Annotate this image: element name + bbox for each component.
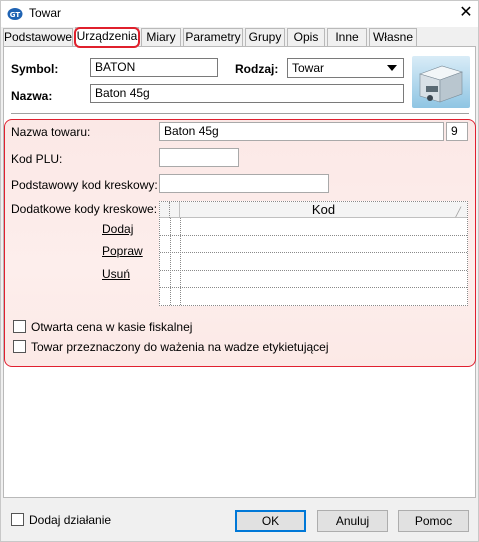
weighing-checkbox[interactable] <box>13 340 26 353</box>
table-row[interactable] <box>160 235 467 236</box>
grid-divider <box>170 218 171 305</box>
tab-parametry[interactable]: Parametry <box>183 28 243 46</box>
dodatkowe-kody-label: Dodatkowe kody kreskowe: <box>11 202 158 216</box>
window-title: Towar <box>29 6 62 20</box>
podstawowy-kod-field[interactable] <box>159 174 329 193</box>
title-bar: GT Towar ✕ <box>1 1 478 27</box>
podstawowy-kod-label: Podstawowy kod kreskowy: <box>11 178 158 192</box>
edit-barcode-link[interactable]: Popraw <box>102 244 143 258</box>
add-action-label: Dodaj działanie <box>29 513 112 527</box>
help-button[interactable]: Pomoc <box>398 510 469 532</box>
grid-indicator-col <box>170 202 180 218</box>
grid-column-kod-label: Kod <box>311 202 336 217</box>
nazwa-towaru-label: Nazwa towaru: <box>11 125 91 139</box>
header-separator <box>11 113 469 114</box>
rodzaj-select[interactable]: Towar <box>287 58 404 78</box>
tab-wlasne[interactable]: Własne <box>369 28 417 46</box>
table-row[interactable] <box>160 270 467 271</box>
nazwa-label: Nazwa: <box>11 89 53 103</box>
product-box-icon <box>419 65 463 103</box>
barcodes-grid[interactable]: Kod ╱ <box>159 201 468 306</box>
tab-grupy[interactable]: Grupy <box>245 28 285 46</box>
open-price-label: Otwarta cena w kasie fiskalnej <box>31 320 193 334</box>
add-action-checkbox[interactable] <box>11 513 24 526</box>
product-image <box>412 56 470 108</box>
chevron-down-icon <box>387 65 397 71</box>
ok-button[interactable]: OK <box>235 510 306 532</box>
rodzaj-selected-value: Towar <box>292 61 325 75</box>
app-logo-icon: GT <box>7 8 23 20</box>
svg-text:GT: GT <box>10 11 21 19</box>
tab-inne[interactable]: Inne <box>327 28 367 46</box>
tab-podstawowe[interactable]: Podstawowe <box>3 28 73 46</box>
nazwa-towaru-field[interactable]: Baton 45g <box>159 122 444 141</box>
cancel-button[interactable]: Anuluj <box>317 510 388 532</box>
table-row[interactable] <box>160 287 467 288</box>
kod-plu-label: Kod PLU: <box>11 152 63 166</box>
tab-opis[interactable]: Opis <box>287 28 325 46</box>
symbol-field[interactable]: BATON <box>90 58 218 77</box>
towar-dialog: GT Towar ✕ Podstawowe Urządzenia Miary P… <box>0 0 479 542</box>
close-icon[interactable]: ✕ <box>455 3 477 23</box>
nazwa-field[interactable]: Baton 45g <box>90 84 404 103</box>
grid-header: Kod ╱ <box>160 202 467 218</box>
add-barcode-link[interactable]: Dodaj <box>102 222 133 236</box>
delete-barcode-link[interactable]: Usuń <box>102 267 130 281</box>
tab-urzadzenia[interactable]: Urządzenia <box>75 27 139 47</box>
table-row[interactable] <box>160 252 467 253</box>
grid-divider <box>180 218 181 305</box>
grid-column-kod[interactable]: Kod ╱ <box>180 202 467 218</box>
rodzaj-label: Rodzaj: <box>235 62 279 76</box>
symbol-label: Symbol: <box>11 62 59 76</box>
open-price-checkbox[interactable] <box>13 320 26 333</box>
weighing-label: Towar przeznaczony do ważenia na wadze e… <box>31 340 329 354</box>
tab-miary[interactable]: Miary <box>141 28 181 46</box>
kod-plu-field[interactable] <box>159 148 239 167</box>
sort-icon: ╱ <box>455 207 461 217</box>
grid-corner <box>160 202 170 218</box>
nazwa-towaru-length: 9 <box>446 122 468 141</box>
